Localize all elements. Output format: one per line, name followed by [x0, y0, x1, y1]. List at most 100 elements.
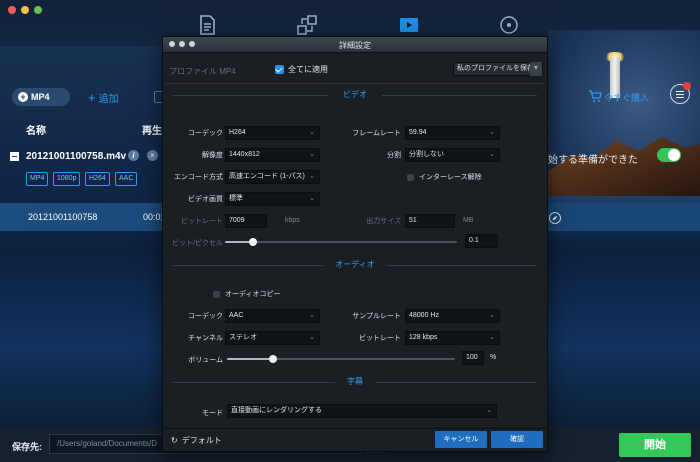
- cancel-button[interactable]: キャンセル: [435, 431, 487, 448]
- encode-method-value: 高速エンコード (1-パス): [229, 173, 305, 180]
- resolution-tag: 1080p: [53, 172, 81, 186]
- split-select[interactable]: 分割しない ⌄: [405, 148, 500, 162]
- document-icon[interactable]: [196, 14, 218, 36]
- save-location-label: 保存先:: [12, 442, 42, 452]
- zoom-window-button[interactable]: [34, 6, 42, 14]
- split-value: 分割しない: [409, 151, 444, 158]
- video-quality-label: ビデオ画質: [188, 196, 223, 203]
- audio-codec-value: AAC: [229, 312, 244, 319]
- deinterlace-label: インターレース解除: [419, 174, 482, 181]
- subtitle-mode-select[interactable]: 直接動画にレンダリングする ⌄: [227, 404, 497, 418]
- video-codec-select[interactable]: H264 ⌄: [225, 126, 320, 140]
- resolution-value: 1440x812: [229, 151, 260, 158]
- audio-codec-select[interactable]: AAC ⌄: [225, 309, 320, 323]
- output-size-unit: MB: [463, 217, 474, 224]
- bits-per-pixel-knob[interactable]: [249, 238, 257, 246]
- video-icon[interactable]: [398, 14, 420, 36]
- chevron-down-icon: ⌄: [309, 195, 315, 202]
- framerate-label: フレームレート: [352, 130, 401, 137]
- reset-default-button[interactable]: ↻ デフォルト: [171, 435, 222, 446]
- checkbox-checked-icon[interactable]: [275, 65, 284, 74]
- dialog-footer: ↻ デフォルト キャンセル 確認: [163, 428, 547, 451]
- output-format-label: MP4: [31, 92, 50, 102]
- output-format-button[interactable]: + MP4: [12, 88, 70, 106]
- audio-copy-label: オーディオコピー: [225, 291, 281, 298]
- dialog-body: ビデオ コーデック H264 ⌄ フレームレート 59.94 ⌄ 解像度 1440x…: [165, 83, 545, 425]
- samplerate-label: サンプルレート: [352, 313, 401, 320]
- channel-value: ステレオ: [229, 334, 257, 341]
- audio-section-heading: オーディオ: [165, 259, 545, 271]
- notification-badge: [683, 82, 691, 90]
- video-bitrate-label: ビットレート: [181, 218, 223, 225]
- file-name: 20121001100758.m4v: [26, 151, 127, 162]
- audio-bitrate-label: ビットレート: [359, 335, 401, 342]
- ready-status-text: 始する準備ができた: [548, 155, 638, 166]
- output-size-label: 出力サイズ: [366, 218, 401, 225]
- audio-bitrate-value: 128 kbps: [409, 334, 438, 341]
- save-profile-label: 私のプロファイルを保存: [457, 65, 534, 72]
- minimize-window-button[interactable]: [21, 6, 29, 14]
- video-codec-tag: H264: [85, 172, 110, 186]
- chevron-down-icon[interactable]: ▼: [530, 62, 542, 76]
- bits-per-pixel-label: ビット/ピクセル: [172, 240, 223, 247]
- reset-default-label: デフォルト: [181, 436, 222, 445]
- video-quality-select[interactable]: 標準 ⌄: [225, 192, 320, 206]
- collapse-icon[interactable]: [10, 152, 19, 161]
- video-codec-label: コーデック: [188, 130, 223, 137]
- add-file-label: 追加: [98, 94, 119, 105]
- edit-icon[interactable]: [549, 212, 561, 224]
- remove-icon[interactable]: ×: [147, 150, 158, 161]
- deinterlace-checkbox[interactable]: インターレース解除: [407, 172, 482, 182]
- confirm-button[interactable]: 確認: [491, 431, 543, 448]
- volume-knob[interactable]: [269, 355, 277, 363]
- chevron-down-icon: ⌄: [309, 129, 315, 136]
- format-tag: MP4: [26, 172, 49, 186]
- output-size-input[interactable]: 51: [405, 214, 455, 228]
- chevron-down-icon: ⌄: [489, 334, 495, 341]
- apply-all-checkbox[interactable]: 全てに適用: [275, 64, 328, 75]
- video-quality-value: 標準: [229, 195, 243, 202]
- buy-link[interactable]: 今すぐ購入: [604, 91, 649, 104]
- chevron-down-icon: ⌄: [309, 312, 315, 319]
- start-button[interactable]: 開始: [619, 433, 691, 457]
- bits-per-pixel-input[interactable]: 0.1: [465, 234, 498, 248]
- video-bitrate-unit: kbps: [285, 217, 300, 224]
- chevron-down-icon: ⌄: [309, 151, 315, 158]
- split-label: 分割: [387, 152, 401, 159]
- channel-label: チャンネル: [188, 335, 223, 342]
- column-header-name[interactable]: 名称: [26, 122, 46, 137]
- samplerate-value: 48000 Hz: [409, 312, 439, 319]
- video-bitrate-input[interactable]: 7009: [225, 214, 267, 228]
- checkbox-unchecked-icon[interactable]: [407, 173, 414, 181]
- encode-method-select[interactable]: 高速エンコード (1-パス) ⌄: [225, 170, 320, 184]
- audio-heading: オーディオ: [335, 260, 375, 269]
- audio-copy-checkbox[interactable]: オーディオコピー: [213, 289, 281, 299]
- video-section-heading: ビデオ: [165, 89, 545, 101]
- save-profile-dropdown[interactable]: 私のプロファイルを保存 ▼: [453, 62, 543, 76]
- samplerate-select[interactable]: 48000 Hz ⌄: [405, 309, 500, 323]
- checkbox-unchecked-icon[interactable]: [213, 290, 220, 298]
- apply-all-label: 全てに適用: [288, 65, 328, 74]
- chevron-down-icon: ⌄: [489, 129, 495, 136]
- channel-select[interactable]: ステレオ ⌄: [225, 331, 320, 345]
- info-icon[interactable]: i: [128, 150, 139, 161]
- audio-codec-tag: AAC: [115, 172, 138, 186]
- resolution-select[interactable]: 1440x812 ⌄: [225, 148, 320, 162]
- cart-icon[interactable]: [588, 89, 602, 103]
- profile-label: プロファイル MP4: [169, 67, 236, 76]
- bits-per-pixel-slider[interactable]: [225, 241, 457, 243]
- close-window-button[interactable]: [8, 6, 16, 14]
- audio-bitrate-select[interactable]: 128 kbps ⌄: [405, 331, 500, 345]
- disc-icon[interactable]: [498, 14, 520, 36]
- resolution-label: 解像度: [202, 152, 223, 159]
- subtitle-heading: 字幕: [347, 377, 363, 386]
- chevron-down-icon: ⌄: [309, 334, 315, 341]
- advanced-settings-dialog: 詳細設定 プロファイル MP4 全てに適用 私のプロファイルを保存 ▼ ビデオ …: [162, 36, 548, 452]
- convert-icon[interactable]: [296, 14, 318, 36]
- add-file-button[interactable]: + 追加: [88, 90, 119, 106]
- volume-input[interactable]: 100: [462, 351, 484, 365]
- ready-toggle[interactable]: [657, 148, 681, 162]
- framerate-select[interactable]: 59.94 ⌄: [405, 126, 500, 140]
- subtitle-mode-label: モード: [202, 410, 223, 417]
- volume-fill: [227, 358, 273, 360]
